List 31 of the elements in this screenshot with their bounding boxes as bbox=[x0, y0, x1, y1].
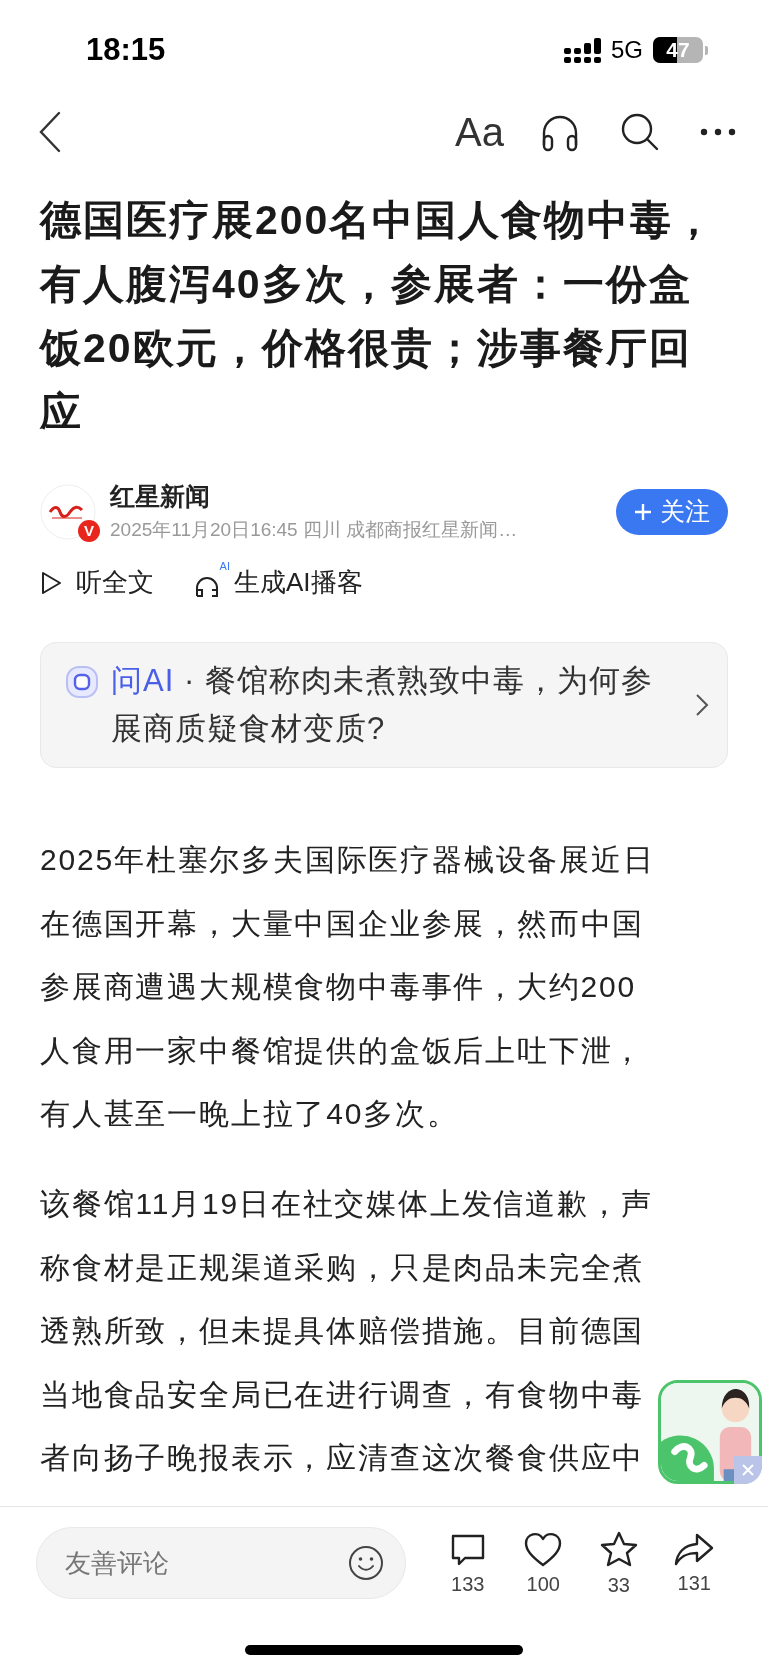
network-label: 5G bbox=[611, 36, 643, 64]
follow-button[interactable]: 关注 bbox=[616, 488, 728, 535]
like-button[interactable]: 100 bbox=[505, 1530, 581, 1596]
close-icon bbox=[741, 1462, 755, 1477]
article-paragraph: 该餐馆11月19日在社交媒体上发信道歉，声称食材是正规渠道采购，只是肉品未完全煮透熟所致，但未提具体赔偿措施。目前德国当地食品安全局已在进行调查，有食物中毒者向扬子晚报表示，应清查这次餐食供应中 bbox=[40, 1185, 654, 1477]
ai-icon bbox=[65, 665, 99, 699]
status-time: 18:15 bbox=[86, 32, 166, 68]
share-icon bbox=[673, 1531, 716, 1568]
article-paragraph: 2025年杜塞尔多夫国际医疗器械设备展近日在德国开幕，大量中国企业参展，然而中国参展商遭遇大规模食物中毒事件，大约200人食用一家中餐馆提供的盒饭后上吐下泄，有人甚至一晚上拉了40多次。 bbox=[40, 842, 656, 1133]
logo-icon[interactable] bbox=[40, 483, 96, 540]
share-button[interactable]: 131 bbox=[656, 1531, 732, 1595]
heart-icon bbox=[523, 1530, 564, 1569]
ai-label: AI bbox=[219, 559, 230, 572]
ask-ai-card[interactable]: 问AI · 餐馆称肉未煮熟致中毒，为何参展商质疑食材变质? bbox=[40, 642, 728, 768]
play-icon bbox=[40, 570, 62, 595]
listen-button[interactable]: 听全文 bbox=[40, 565, 154, 600]
favorite-button[interactable]: 33 bbox=[581, 1529, 657, 1597]
source-name[interactable]: 红星新闻 bbox=[110, 480, 616, 513]
article-meta: 2025年11月20日16:45 四川 成都商报红星新闻… bbox=[110, 518, 519, 542]
signal-icon bbox=[564, 37, 601, 63]
font-size-button[interactable]: Aa bbox=[455, 109, 504, 155]
comment-field[interactable]: 友善评论 bbox=[36, 1527, 406, 1599]
comment-button[interactable]: 133 bbox=[430, 1530, 506, 1596]
more-icon[interactable] bbox=[700, 127, 736, 137]
emoji-icon[interactable] bbox=[348, 1545, 384, 1581]
article-title: 德国医疗展200名中国人食物中毒，有人腹泻40多次，参展者：一份盒饭20欧元，价格很贵；涉事餐厅回应 bbox=[40, 196, 718, 437]
ai-question: 问AI · 餐馆称肉未煮熟致中毒，为何参展商质疑食材变质? bbox=[111, 662, 654, 748]
chevron-icon bbox=[695, 693, 709, 717]
plus-icon bbox=[634, 502, 652, 521]
back-icon[interactable] bbox=[38, 111, 62, 153]
search-icon[interactable] bbox=[620, 112, 660, 152]
